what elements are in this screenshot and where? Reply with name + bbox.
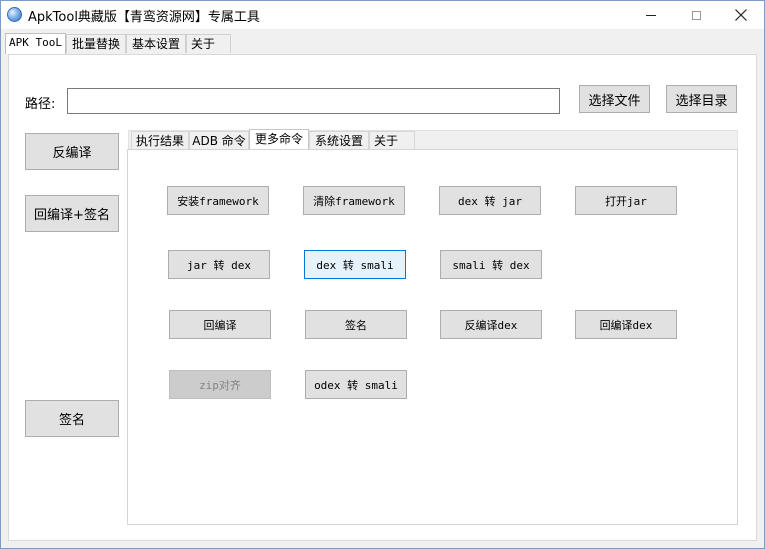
select-file-button[interactable]: 选择文件	[579, 85, 650, 113]
zipalign-button[interactable]: zip对齐	[169, 370, 271, 399]
app-globe-icon	[7, 7, 22, 22]
sign-command-button[interactable]: 签名	[305, 310, 407, 339]
tab-inner-about[interactable]: 关于	[369, 131, 415, 150]
path-input[interactable]	[67, 88, 560, 114]
recompile-button[interactable]: 回编译	[169, 310, 271, 339]
app-window: ApkTool典藏版【青鸾资源网】专属工具 APK TooL 批量替换 基本设置…	[0, 0, 765, 549]
tab-basic-settings[interactable]: 基本设置	[126, 34, 186, 53]
jar-to-dex-button[interactable]: jar 转 dex	[168, 250, 270, 279]
maximize-button[interactable]	[673, 1, 719, 29]
open-jar-button[interactable]: 打开jar	[575, 186, 677, 215]
decompile-button[interactable]: 反编译	[25, 133, 119, 170]
tab-system-settings[interactable]: 系统设置	[309, 131, 369, 150]
tab-adb-commands[interactable]: ADB 命令	[189, 131, 249, 150]
recompile-dex-button[interactable]: 回编译dex	[575, 310, 677, 339]
minimize-button[interactable]	[628, 1, 674, 29]
sign-button[interactable]: 签名	[25, 400, 119, 437]
window-title: ApkTool典藏版【青鸾资源网】专属工具	[28, 10, 260, 25]
inner-tab-strip: 执行结果 ADB 命令 更多命令 系统设置 关于	[128, 129, 738, 150]
tab-batch-replace[interactable]: 批量替换	[66, 34, 126, 53]
recompile-sign-button[interactable]: 回编译+签名	[25, 195, 119, 232]
minimize-icon	[646, 14, 656, 16]
close-icon	[735, 9, 747, 21]
select-directory-button[interactable]: 选择目录	[666, 85, 737, 113]
dex-to-jar-button[interactable]: dex 转 jar	[439, 186, 541, 215]
tab-about[interactable]: 关于	[186, 34, 231, 53]
maximize-icon	[691, 10, 701, 20]
odex-to-smali-button[interactable]: odex 转 smali	[305, 370, 407, 399]
decompile-dex-button[interactable]: 反编译dex	[440, 310, 542, 339]
tab-more-commands[interactable]: 更多命令	[249, 129, 309, 150]
smali-to-dex-button[interactable]: smali 转 dex	[440, 250, 542, 279]
tab-apk-tool[interactable]: APK TooL	[5, 33, 66, 54]
title-bar[interactable]: ApkTool典藏版【青鸾资源网】专属工具	[1, 1, 764, 29]
close-button[interactable]	[718, 1, 764, 29]
clear-framework-button[interactable]: 清除framework	[303, 186, 405, 215]
main-tab-strip: APK TooL 批量替换 基本设置 关于	[5, 33, 305, 54]
dex-to-smali-button[interactable]: dex 转 smali	[304, 250, 406, 279]
tab-execution-result[interactable]: 执行结果	[131, 131, 189, 150]
path-label: 路径:	[25, 97, 56, 112]
install-framework-button[interactable]: 安装framework	[167, 186, 269, 215]
